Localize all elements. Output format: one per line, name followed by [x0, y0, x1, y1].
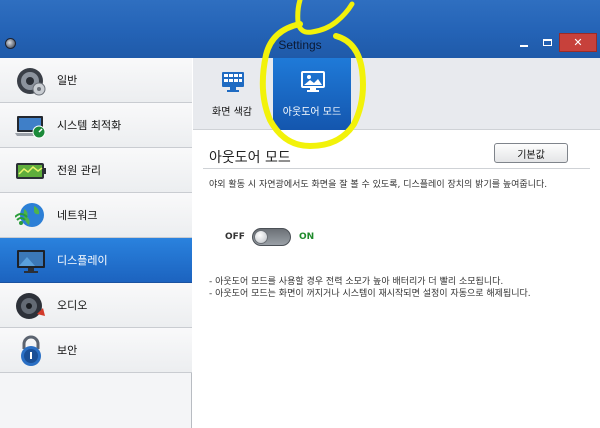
outdoor-mode-toggle-row: OFF ON	[225, 226, 314, 248]
title-bar: Settings ✕	[0, 0, 600, 58]
sidebar-item-label: 일반	[57, 74, 78, 87]
audio-speaker-icon	[16, 293, 45, 319]
padlock-icon	[21, 335, 41, 366]
sidebar-item-network[interactable]: 네트워크	[0, 193, 192, 238]
sidebar-item-label: 전원 관리	[57, 164, 101, 177]
toggle-off-label: OFF	[225, 232, 245, 242]
sidebar-item-label: 오디오	[57, 299, 88, 312]
tab-screen-color[interactable]: 화면 색감	[199, 58, 265, 130]
sidebar-item-general[interactable]: 일반	[0, 58, 192, 103]
sidebar-item-label: 보안	[57, 344, 78, 357]
outdoor-mode-panel: 아웃도어 모드 기본값 야외 활동 시 자연광에서도 화면을 잘 볼 수 있도록…	[193, 130, 600, 428]
laptop-gauge-icon	[15, 116, 46, 139]
sidebar-item-audio[interactable]: 오디오	[0, 283, 192, 328]
minimize-button[interactable]	[514, 33, 534, 52]
description-text: 야외 활동 시 자연광에서도 화면을 잘 볼 수 있도록, 디스플레이 장치의 …	[209, 180, 548, 190]
outdoor-mode-toggle[interactable]	[251, 228, 291, 246]
toggle-on-label: ON	[298, 232, 315, 242]
battery-icon	[16, 163, 46, 179]
divider	[203, 168, 590, 169]
sidebar-item-label: 디스플레이	[57, 254, 108, 267]
sidebar-item-label: 시스템 최적화	[57, 119, 122, 132]
note-item: - 아웃도어 모드는 화면이 꺼지거나 시스템이 재시작되면 설정이 자동으로 …	[209, 289, 531, 299]
screen-color-icon	[222, 72, 244, 92]
sidebar-item-power-management[interactable]: 전원 관리	[0, 148, 192, 193]
minimize-icon	[520, 44, 528, 47]
globe-wifi-icon	[15, 203, 44, 227]
tab-bar: 화면 색감 아웃도어 모드	[193, 58, 600, 130]
close-button[interactable]: ✕	[559, 33, 597, 52]
note-item: - 아웃도어 모드를 사용할 경우 전력 소모가 높아 배터리가 더 빨리 소모…	[209, 277, 504, 287]
toggle-knob[interactable]	[253, 230, 268, 244]
maximize-icon	[542, 39, 552, 46]
tab-label: 아웃도어 모드	[282, 107, 342, 118]
sidebar-item-security[interactable]: 보안	[0, 328, 192, 373]
section-title: 아웃도어 모드	[209, 150, 291, 166]
window-title: Settings	[278, 38, 322, 52]
close-icon: ✕	[573, 36, 583, 49]
notes: - 아웃도어 모드를 사용할 경우 전력 소모가 높아 배터리가 더 빨리 소모…	[209, 276, 579, 300]
speaker-gear-icon	[17, 68, 46, 96]
tab-outdoor-mode[interactable]: 아웃도어 모드	[273, 58, 351, 130]
sidebar-item-display[interactable]: 디스플레이	[0, 238, 192, 283]
maximize-button[interactable]	[537, 33, 557, 52]
tab-label: 화면 색감	[212, 107, 252, 118]
sidebar-item-system-optimization[interactable]: 시스템 최적화	[0, 103, 192, 148]
outdoor-mode-icon	[301, 71, 325, 92]
sidebar: 일반 시스템 최적화 전원 관리 네트워크 디스플레이 오디오 보안	[0, 58, 192, 428]
reset-default-button[interactable]: 기본값	[494, 143, 568, 163]
monitor-icon	[17, 250, 45, 273]
sidebar-item-label: 네트워크	[57, 209, 98, 222]
